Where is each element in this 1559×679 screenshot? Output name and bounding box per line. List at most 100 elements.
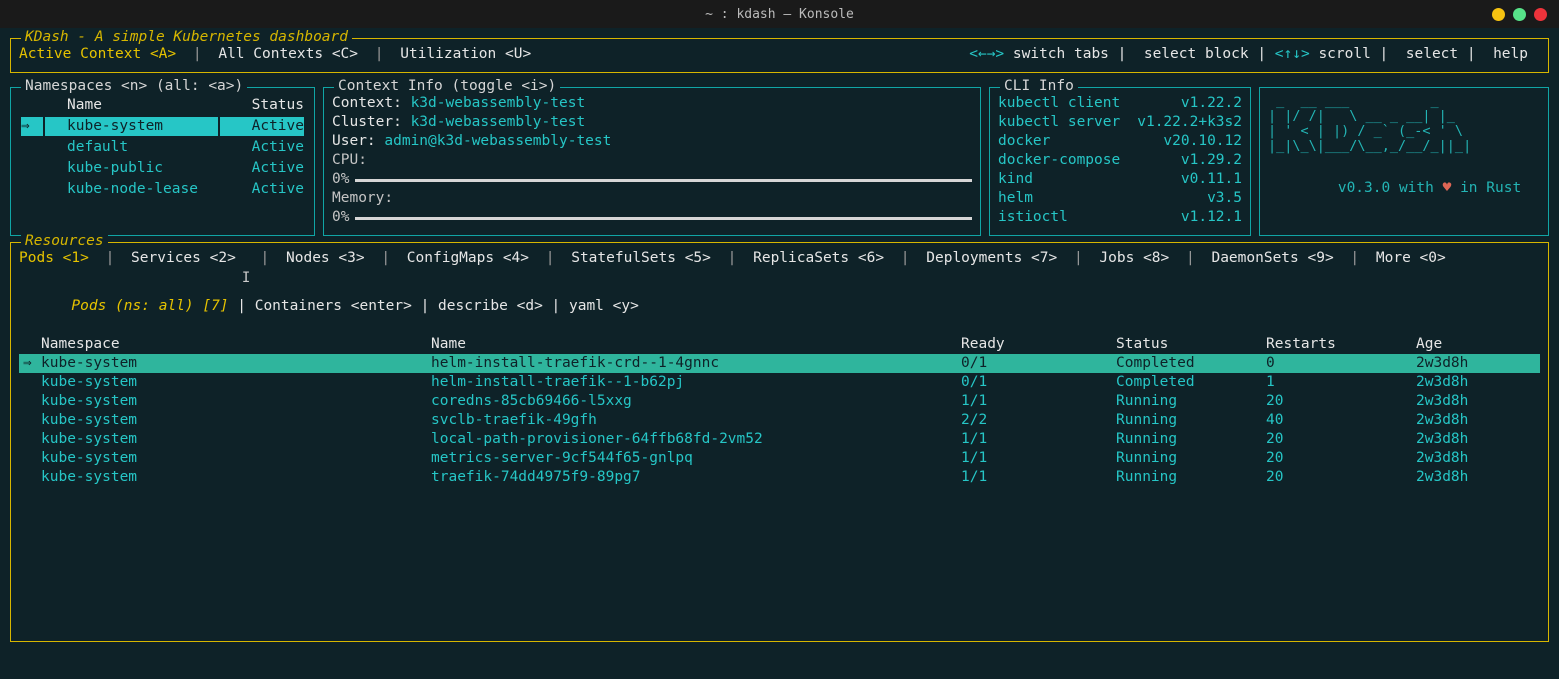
resource-tab-more[interactable]: More <0> <box>1376 249 1446 268</box>
pod-row[interactable]: kube-systemtraefik-74dd4975f9-89pg71/1Ru… <box>19 468 1540 487</box>
cli-row: helmv3.5 <box>998 189 1242 208</box>
resource-tab-statefulsets[interactable]: StatefulSets <5> <box>571 249 711 268</box>
resources-panel: Resources Pods <1> | Services <2>I | Nod… <box>10 242 1549 642</box>
pod-status: Completed <box>1112 354 1262 373</box>
context-panel: Context Info (toggle <i>) Context: k3d-w… <box>323 87 981 236</box>
app-title: KDash - A simple Kubernetes dashboard <box>21 28 352 47</box>
resource-tab-services[interactable]: Services <2> <box>131 249 236 268</box>
pod-restarts: 1 <box>1262 373 1412 392</box>
window-titlebar: ~ : kdash — Konsole <box>0 0 1559 28</box>
namespace-row[interactable]: kube-node-leaseActive <box>21 180 304 199</box>
main-tab-utilization[interactable]: Utilization <U> <box>400 45 531 64</box>
cli-row: docker-composev1.29.2 <box>998 151 1242 170</box>
cli-row: kubectl clientv1.22.2 <box>998 94 1242 113</box>
pod-name: helm-install-traefik-crd--1-4gnnc <box>427 354 957 373</box>
pod-namespace: kube-system <box>37 373 427 392</box>
pod-restarts: 20 <box>1262 430 1412 449</box>
resource-tab-nodes[interactable]: Nodes <3> <box>286 249 365 268</box>
cli-row: kubectl serverv1.22.2+k3s2 <box>998 113 1242 132</box>
pods-col-restarts: Restarts <box>1262 335 1412 354</box>
minimize-icon[interactable] <box>1492 8 1505 21</box>
main-tab-active-context[interactable]: Active Context <A> <box>19 45 176 64</box>
memory-label: Memory: <box>332 189 972 208</box>
namespace-status: Active <box>220 138 304 157</box>
selection-arrow-icon <box>19 392 37 411</box>
memory-percent: 0% <box>332 208 349 227</box>
pod-ready: 1/1 <box>957 392 1112 411</box>
cli-info-title: CLI Info <box>1000 77 1078 96</box>
context-user: admin@k3d-webassembly-test <box>384 133 611 149</box>
selection-arrow-icon <box>19 373 37 392</box>
resource-tab-daemonsets[interactable]: DaemonSets <9> <box>1211 249 1333 268</box>
pod-row[interactable]: kube-systemsvclb-traefik-49gfh2/2Running… <box>19 411 1540 430</box>
maximize-icon[interactable] <box>1513 8 1526 21</box>
resource-tab-configmaps[interactable]: ConfigMaps <4> <box>407 249 529 268</box>
pod-ready: 2/2 <box>957 411 1112 430</box>
pod-age: 2w3d8h <box>1412 468 1540 487</box>
pod-name: coredns-85cb69466-l5xxg <box>427 392 957 411</box>
pod-namespace: kube-system <box>37 468 427 487</box>
pod-age: 2w3d8h <box>1412 430 1540 449</box>
pod-status: Running <box>1112 411 1262 430</box>
pod-row[interactable]: kube-systemcoredns-85cb69466-l5xxg1/1Run… <box>19 392 1540 411</box>
logo-panel: _ __ ___ _ | |/ /| \ __ _ __| |_ | ' < |… <box>1259 87 1549 236</box>
namespace-name: kube-public <box>45 159 218 178</box>
namespaces-panel: Namespaces <n> (all: <a>) Name Status ⇒k… <box>10 87 315 236</box>
keybind-hints: <←→> switch tabs | select block | <↑↓> s… <box>969 45 1528 64</box>
pod-name: metrics-server-9cf544f65-gnlpq <box>427 449 957 468</box>
ns-col-name: Name <box>45 96 218 115</box>
pods-col-namespace: Namespace <box>37 335 427 354</box>
pods-col-ready: Ready <box>957 335 1112 354</box>
resources-title: Resources <box>21 232 108 251</box>
resource-tab-replicasets[interactable]: ReplicaSets <6> <box>753 249 884 268</box>
pod-status: Running <box>1112 449 1262 468</box>
window-controls <box>1492 8 1547 21</box>
pods-col-age: Age <box>1412 335 1540 354</box>
pod-restarts: 0 <box>1262 354 1412 373</box>
cpu-percent: 0% <box>332 170 349 189</box>
pod-restarts: 20 <box>1262 392 1412 411</box>
context-title: Context Info (toggle <i>) <box>334 77 560 96</box>
cli-version: v1.22.2+k3s2 <box>1137 113 1242 132</box>
pods-col-status: Status <box>1112 335 1262 354</box>
namespace-name: kube-node-lease <box>45 180 218 199</box>
cli-row: istioctlv1.12.1 <box>998 208 1242 227</box>
pod-name: helm-install-traefik--1-b62pj <box>427 373 957 392</box>
resource-tab-jobs[interactable]: Jobs <8> <box>1099 249 1169 268</box>
selection-arrow-icon <box>19 411 37 430</box>
close-icon[interactable] <box>1534 8 1547 21</box>
version-footer: v0.3.0 with ♥ in Rust <box>1268 160 1540 217</box>
memory-gauge <box>355 217 972 220</box>
pods-col-name: Name <box>427 335 957 354</box>
pod-ready: 0/1 <box>957 354 1112 373</box>
main-tab-all-contexts[interactable]: All Contexts <C> <box>218 45 358 64</box>
pod-namespace: kube-system <box>37 430 427 449</box>
pod-row[interactable]: kube-systemlocal-path-provisioner-64ffb6… <box>19 430 1540 449</box>
cpu-gauge <box>355 179 972 182</box>
pod-age: 2w3d8h <box>1412 411 1540 430</box>
cli-version: v20.10.12 <box>1163 132 1242 151</box>
selection-arrow-icon <box>21 138 43 157</box>
selection-arrow-icon: ⇒ <box>19 354 37 373</box>
pod-row[interactable]: kube-systemmetrics-server-9cf544f65-gnlp… <box>19 449 1540 468</box>
pod-name: svclb-traefik-49gfh <box>427 411 957 430</box>
pod-row[interactable]: ⇒kube-systemhelm-install-traefik-crd--1-… <box>19 354 1540 373</box>
namespace-row[interactable]: kube-publicActive <box>21 159 304 178</box>
pod-row[interactable]: kube-systemhelm-install-traefik--1-b62pj… <box>19 373 1540 392</box>
namespace-row[interactable]: defaultActive <box>21 138 304 157</box>
namespace-row[interactable]: ⇒kube-systemActive <box>21 117 304 136</box>
resource-tabs: Pods <1> | Services <2>I | Nodes <3> | C… <box>19 249 1540 268</box>
pod-namespace: kube-system <box>37 449 427 468</box>
cli-tool: docker-compose <box>998 151 1120 170</box>
selection-arrow-icon <box>19 468 37 487</box>
resource-tab-deployments[interactable]: Deployments <7> <box>926 249 1057 268</box>
pod-age: 2w3d8h <box>1412 354 1540 373</box>
context-name: k3d-webassembly-test <box>411 95 586 111</box>
pod-status: Running <box>1112 468 1262 487</box>
pod-age: 2w3d8h <box>1412 449 1540 468</box>
namespace-status: Active <box>220 117 304 136</box>
cli-version: v3.5 <box>1207 189 1242 208</box>
pod-ready: 1/1 <box>957 468 1112 487</box>
pod-restarts: 20 <box>1262 449 1412 468</box>
resource-tab-pods[interactable]: Pods <1> <box>19 249 89 268</box>
